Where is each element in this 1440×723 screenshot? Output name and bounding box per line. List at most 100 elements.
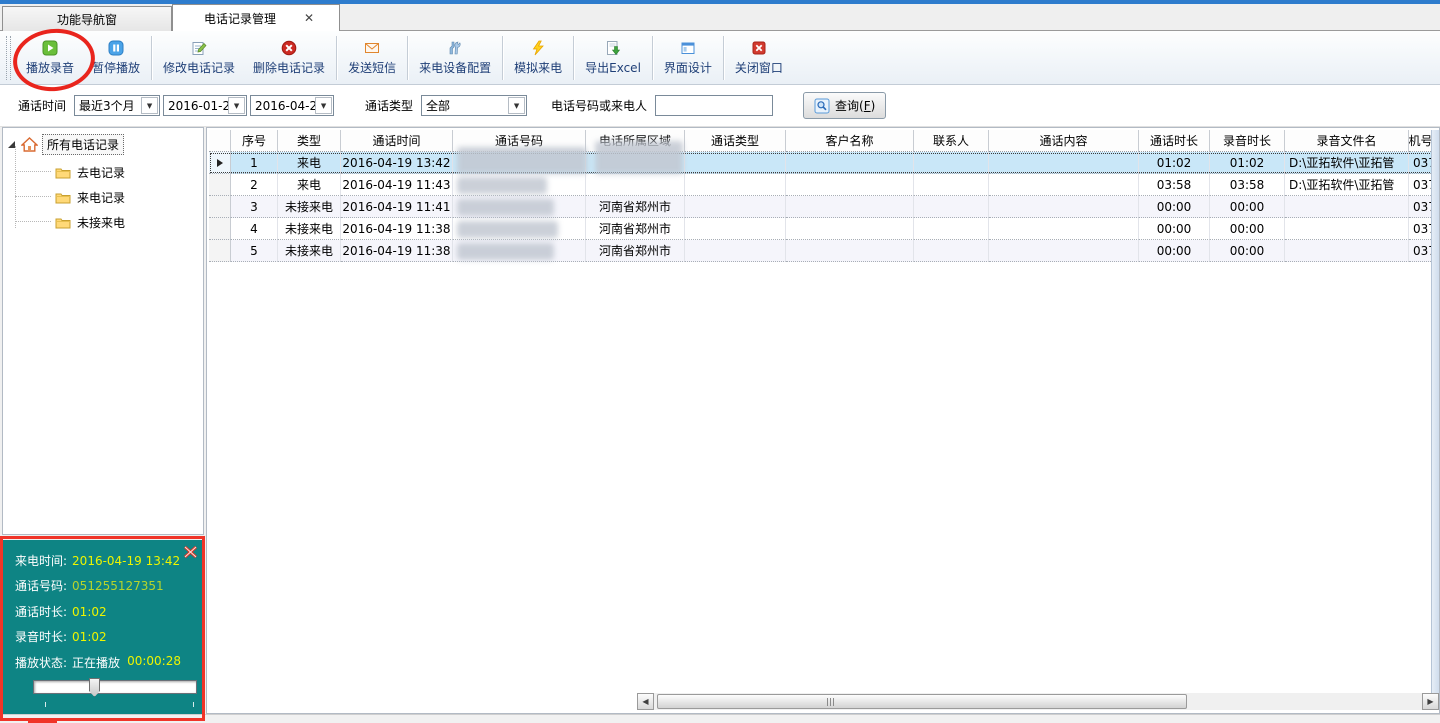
- chevron-down-icon[interactable]: ▼: [508, 97, 525, 114]
- scrollbar-thumb[interactable]: [657, 694, 1187, 709]
- button-label: 播放录音: [26, 59, 74, 76]
- tree-item-incoming-records[interactable]: 来电记录: [55, 186, 125, 208]
- slider-thumb[interactable]: [89, 678, 100, 697]
- cell-local-number: 037: [1409, 240, 1433, 262]
- column-header[interactable]: 通话时间: [341, 130, 453, 152]
- edit-note-icon: [191, 40, 207, 56]
- column-header[interactable]: 联系人: [914, 130, 989, 152]
- tab-call-record-management[interactable]: 电话记录管理 ✕: [172, 4, 340, 31]
- cell-seq: 5: [231, 240, 278, 262]
- tree-item-label: 去电记录: [77, 164, 125, 181]
- tree-item-all-records[interactable]: 所有电话记录: [7, 133, 124, 155]
- table-row[interactable]: 1 来电 2016-04-19 13:42 01:02 01:02 D:\亚拓软…: [209, 152, 1433, 174]
- status-bar: [0, 714, 1440, 723]
- edit-record-button[interactable]: 修改电话记录: [154, 33, 244, 83]
- column-header[interactable]: 通话内容: [989, 130, 1139, 152]
- column-header[interactable]: 录音时长: [1210, 130, 1285, 152]
- cell-duration: 00:00: [1139, 196, 1210, 218]
- cell-contact: [914, 240, 989, 262]
- column-header[interactable]: 通话类型: [685, 130, 786, 152]
- scrollbar-grip-icon: [827, 698, 834, 706]
- cell-customer: [786, 174, 914, 196]
- cell-call-type: [685, 218, 786, 240]
- grid-indicator-header: [209, 130, 231, 152]
- play-icon: [42, 40, 58, 56]
- toolbar-drag-handle[interactable]: [6, 36, 11, 80]
- close-window-button[interactable]: 关闭窗口: [726, 33, 792, 83]
- player-close-icon[interactable]: [183, 545, 198, 559]
- query-button[interactable]: 查询(F): [803, 92, 886, 119]
- incoming-device-config-button[interactable]: 来电设备配置: [410, 33, 500, 83]
- cell-local-number: 037: [1409, 218, 1433, 240]
- column-header[interactable]: 录音文件名: [1285, 130, 1409, 152]
- tree-item-missed-calls[interactable]: 未接来电: [55, 211, 125, 233]
- pause-playback-button[interactable]: 暂停播放: [83, 33, 149, 83]
- column-header[interactable]: 类型: [278, 130, 341, 152]
- player-line-rec-duration: 录音时长:01:02: [15, 628, 107, 645]
- grid-header-row: 序号 类型 通话时间 通话号码 电话所属区域 通话类型 客户名称 联系人 通话内…: [209, 130, 1433, 152]
- column-header[interactable]: 通话时长: [1139, 130, 1210, 152]
- scroll-left-arrow[interactable]: ◀: [637, 693, 654, 710]
- phone-search-input[interactable]: [655, 95, 773, 116]
- cell-time: 2016-04-19 11:38: [341, 218, 453, 240]
- table-row[interactable]: 2 来电 2016-04-19 11:43 03:58 03:58 D:\亚拓软…: [209, 174, 1433, 196]
- scroll-right-arrow[interactable]: ▶: [1422, 693, 1439, 710]
- cell-rec-duration: 03:58: [1210, 174, 1285, 196]
- date-to-select[interactable]: 2016-04-22 ▼: [250, 95, 334, 116]
- cell-rec-duration: 01:02: [1210, 152, 1285, 174]
- tree-expander-icon[interactable]: [7, 140, 16, 149]
- tools-icon: [447, 40, 463, 56]
- cell-contact: [914, 152, 989, 174]
- toolbar-separator: [573, 36, 574, 80]
- cell-duration: 00:00: [1139, 240, 1210, 262]
- send-sms-button[interactable]: 发送短信: [339, 33, 405, 83]
- cell-seq: 2: [231, 174, 278, 196]
- cell-region: 河南省郑州市: [586, 196, 685, 218]
- vertical-scrollbar[interactable]: [1431, 130, 1439, 693]
- redacted-number-blur: [457, 177, 547, 194]
- button-label: 模拟来电: [514, 59, 562, 76]
- toolbar-separator: [652, 36, 653, 80]
- tree-item-label: 未接来电: [77, 214, 125, 231]
- column-header[interactable]: 客户名称: [786, 130, 914, 152]
- cell-contact: [914, 196, 989, 218]
- chevron-down-icon[interactable]: ▼: [141, 97, 158, 114]
- cell-type: 来电: [278, 174, 341, 196]
- horizontal-scrollbar[interactable]: ◀ ▶: [637, 693, 1439, 710]
- play-recording-button[interactable]: 播放录音: [17, 33, 83, 83]
- chevron-down-icon[interactable]: ▼: [228, 97, 245, 114]
- tab-close-icon[interactable]: ✕: [304, 11, 314, 25]
- ui-design-button[interactable]: 界面设计: [655, 33, 721, 83]
- window-design-icon: [680, 40, 696, 56]
- player-line-status: 播放状态:正在播放: [15, 654, 120, 671]
- table-row[interactable]: 5 未接来电 2016-04-19 11:38 河南省郑州市 00:00 00:…: [209, 240, 1433, 262]
- tree-item-outgoing-records[interactable]: 去电记录: [55, 161, 125, 183]
- cell-region: 河南省郑州市: [586, 240, 685, 262]
- delete-record-button[interactable]: 删除电话记录: [244, 33, 334, 83]
- table-row[interactable]: 3 未接来电 2016-04-19 11:41 河南省郑州市 00:00 00:…: [209, 196, 1433, 218]
- playback-progress-slider[interactable]: [33, 680, 197, 694]
- time-range-select[interactable]: 最近3个月 ▼: [74, 95, 160, 116]
- export-excel-button[interactable]: 导出Excel: [576, 33, 650, 83]
- date-from-select[interactable]: 2016-01-22 ▼: [163, 95, 247, 116]
- table-row[interactable]: 4 未接来电 2016-04-19 11:38 河南省郑州市 00:00 00:…: [209, 218, 1433, 240]
- call-type-label: 通话类型: [365, 97, 413, 114]
- call-type-select[interactable]: 全部 ▼: [421, 95, 527, 116]
- chevron-down-icon[interactable]: ▼: [315, 97, 332, 114]
- cell-customer: [786, 240, 914, 262]
- tree-connector: [15, 146, 16, 228]
- cell-customer: [786, 196, 914, 218]
- close-box-icon: [751, 40, 767, 56]
- slider-tick: [45, 702, 46, 707]
- column-header[interactable]: 序号: [231, 130, 278, 152]
- home-icon: [21, 137, 38, 152]
- tab-function-navigation[interactable]: 功能导航窗: [2, 6, 172, 31]
- tree-connector: [15, 221, 51, 222]
- column-header[interactable]: 本机号码: [1409, 130, 1433, 152]
- row-indicator: [209, 218, 231, 240]
- cell-time: 2016-04-19 11:41: [341, 196, 453, 218]
- toolbar-separator: [723, 36, 724, 80]
- cell-local-number: 037: [1409, 152, 1433, 174]
- call-record-tree: 所有电话记录 去电记录 来电记录 未接来电: [2, 127, 204, 535]
- simulate-call-button[interactable]: 模拟来电: [505, 33, 571, 83]
